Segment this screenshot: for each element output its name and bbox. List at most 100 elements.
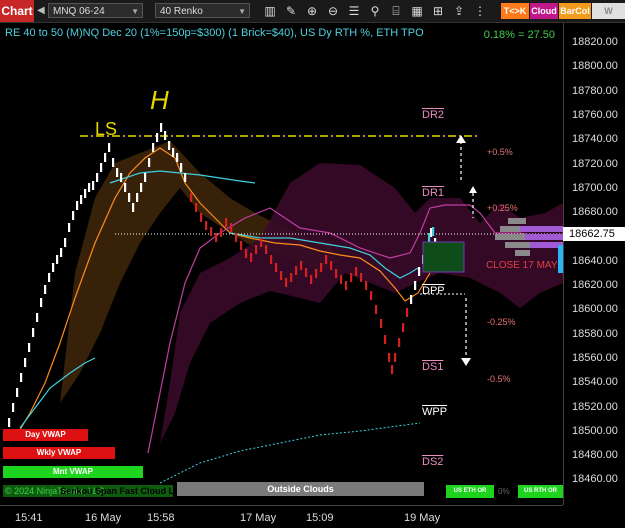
wpp-label: WPP [422,406,448,418]
more-icon[interactable]: ⋮ [472,3,488,19]
renko-brick [360,273,363,282]
renko-brick [350,273,353,282]
strategy-icon[interactable]: ⌸ [388,3,404,19]
renko-brick [230,223,233,232]
renko-brick [410,295,413,304]
renko-brick [205,221,208,230]
bar-style-icon[interactable]: ▥ [262,3,278,19]
h-annotation: H [150,85,169,115]
renko-brick [120,173,123,182]
renko-brick [96,173,99,182]
renko-brick [428,233,431,242]
instrument-value: MNQ 06-24 [53,6,105,17]
renko-brick [64,238,67,247]
renko-brick [250,253,253,262]
x-tick-label: 17 May [240,512,277,524]
chevron-down-icon: ▼ [238,7,246,16]
renko-brick [398,338,401,347]
x-tick-label: 16 May [85,512,122,524]
zoom-in-icon[interactable]: ⊕ [304,3,320,19]
y-tick-label: 18520.00 [572,400,618,413]
wkly-vwap-label: Wkly VWAP [3,447,115,459]
y-tick-label: 18820.00 [572,36,618,48]
share-icon[interactable]: ⇪ [451,3,467,19]
senkou-cloud-text: Senkou Span Fast Cloud Lines [60,486,193,496]
renko-brick [275,263,278,272]
back-arrow-icon[interactable]: ◀ [37,5,47,17]
x-tick-label: 19 May [404,512,441,524]
dr2-label: DR2 [422,109,445,121]
renko-brick [40,298,43,307]
zoom-out-icon[interactable]: ⊖ [325,3,341,19]
renko-brick [235,233,238,242]
profile-bar [520,226,563,232]
renko-brick [124,183,127,192]
y-tick-label: 18620.00 [572,279,618,291]
pct-plus-05: +0.5% [487,147,513,157]
y-tick-label: 18640.00 [572,254,618,267]
link-toggle-button[interactable]: T<>K [501,3,529,19]
price-axis[interactable]: 18820.00 18800.00 18780.00 18760.00 18740.00… [563,23,625,505]
bar-type-selector[interactable]: 40 Renko ▼ [155,3,250,18]
renko-brick [24,358,27,367]
close-label: CLOSE 17 MAY [486,260,558,271]
renko-brick [88,183,91,192]
y-tick-label: 18460.00 [572,473,618,486]
y-tick-label: 18680.00 [572,206,618,219]
renko-brick [128,193,131,202]
arrow-down-icon [461,358,471,366]
dpp-label: DPP [422,285,445,297]
chart-title: Chart [0,0,34,22]
us-eth-or-label: US ETH OR [446,485,494,498]
renko-brick [418,267,421,276]
toolbar: Chart ◀ MNQ 06-24 ▼ 40 Renko ▼ ▥ ✎ ⊕ ⊖ ☰ ⚲… [0,0,625,32]
data-box-icon[interactable]: ▦ [409,3,425,19]
renko-brick [92,181,95,190]
renko-brick [215,233,218,242]
chevron-down-icon: ▼ [131,7,139,16]
x-tick-label: 15:58 [147,512,175,524]
y-tick-label: 18480.00 [572,449,618,462]
renko-brick [36,313,39,322]
vwap-toggle-button[interactable]: W VWAP [592,3,625,32]
instrument-selector[interactable]: MNQ 06-24 ▼ [48,3,143,18]
renko-brick [20,373,23,382]
chart-plot-area[interactable]: RE 40 to 50 (M)NQ Dec 20 (1%=150p=$300) … [0,23,563,505]
cloud-toggle-button[interactable]: Cloud [530,3,558,19]
barcolor-toggle-button[interactable]: BarCol [559,3,591,19]
dom-icon[interactable]: ⊞ [430,3,446,19]
renko-brick [144,173,147,182]
renko-brick [140,183,143,192]
outside-clouds-label: Outside Clouds [177,482,424,496]
y-tick-label: 18540.00 [572,376,618,389]
us-rth-or-label: US RTH OR [518,485,563,498]
time-axis[interactable]: 15:41 16 May 15:58 17 May 15:09 19 May [0,505,563,528]
renko-brick [190,193,193,202]
y-tick-label: 18720.00 [572,157,618,170]
vwap-line [19,357,96,429]
renko-brick [335,269,338,278]
renko-brick [295,266,298,275]
indicators-icon[interactable]: ⚲ [367,3,383,19]
renko-brick [176,153,179,162]
renko-brick [384,335,387,344]
renko-brick [394,353,397,362]
renko-brick [80,195,83,204]
renko-brick [340,275,343,284]
y-tick-label: 18800.00 [572,60,618,73]
y-tick-label: 18600.00 [572,303,618,316]
renko-brick [375,305,378,314]
draw-icon[interactable]: ✎ [283,3,299,19]
renko-brick [325,255,328,264]
renko-brick [220,228,223,237]
y-tick-label: 18700.00 [572,181,618,194]
renko-brick [260,238,263,247]
renko-brick [184,173,187,182]
properties-icon[interactable]: ☰ [346,3,362,19]
renko-brick [365,281,368,290]
renko-brick [280,271,283,280]
renko-brick [76,201,79,210]
arrow-up-icon [469,186,477,193]
renko-brick [391,365,394,374]
dr1-label: DR1 [422,187,445,199]
